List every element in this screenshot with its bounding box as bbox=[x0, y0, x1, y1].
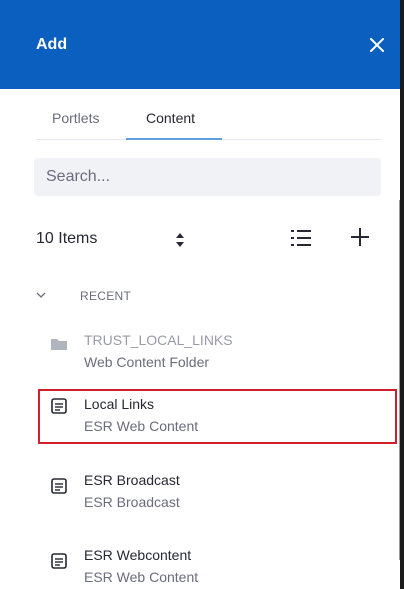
section-label: RECENT bbox=[80, 289, 132, 303]
item-subtitle: ESR Web Content bbox=[84, 569, 199, 585]
item-subtitle: ESR Web Content bbox=[84, 418, 199, 434]
list-view-icon bbox=[291, 230, 311, 246]
panel-header: Add bbox=[0, 0, 400, 89]
plus-icon bbox=[351, 228, 369, 246]
list-item[interactable]: ESR Webcontent ESR Web Content bbox=[0, 543, 400, 589]
web-content-icon bbox=[51, 478, 67, 494]
active-tab-indicator bbox=[126, 138, 222, 140]
items-count: 10 Items bbox=[36, 230, 98, 247]
tab-portlets[interactable]: Portlets bbox=[52, 110, 99, 126]
add-panel: Add Portlets Content 10 Items bbox=[0, 0, 404, 589]
list-item[interactable]: Local Links ESR Web Content bbox=[0, 392, 400, 450]
panel-title: Add bbox=[36, 36, 68, 53]
close-icon bbox=[370, 38, 384, 52]
recent-section-header[interactable]: RECENT bbox=[36, 287, 376, 307]
close-button[interactable] bbox=[366, 34, 388, 56]
tab-bar: Portlets Content bbox=[36, 100, 381, 140]
item-title: Local Links bbox=[84, 396, 155, 412]
web-content-icon bbox=[51, 398, 67, 414]
sort-icon bbox=[176, 233, 184, 247]
search-input[interactable] bbox=[34, 158, 381, 196]
sort-button[interactable] bbox=[170, 229, 190, 251]
list-item[interactable]: ESR Broadcast ESR Broadcast bbox=[0, 468, 400, 526]
folder-icon bbox=[51, 339, 67, 350]
item-subtitle: ESR Broadcast bbox=[84, 494, 180, 510]
add-button[interactable] bbox=[348, 225, 372, 249]
item-title: ESR Webcontent bbox=[84, 547, 192, 563]
item-title: TRUST_LOCAL_LINKS bbox=[84, 332, 233, 348]
panel-edge bbox=[400, 0, 404, 589]
item-subtitle: Web Content Folder bbox=[84, 354, 210, 370]
web-content-icon bbox=[51, 553, 67, 569]
item-title: ESR Broadcast bbox=[84, 472, 180, 488]
tab-content[interactable]: Content bbox=[146, 110, 195, 126]
chevron-down-icon bbox=[36, 292, 46, 298]
list-item[interactable]: TRUST_LOCAL_LINKS Web Content Folder bbox=[0, 330, 400, 388]
list-view-button[interactable] bbox=[290, 227, 312, 249]
